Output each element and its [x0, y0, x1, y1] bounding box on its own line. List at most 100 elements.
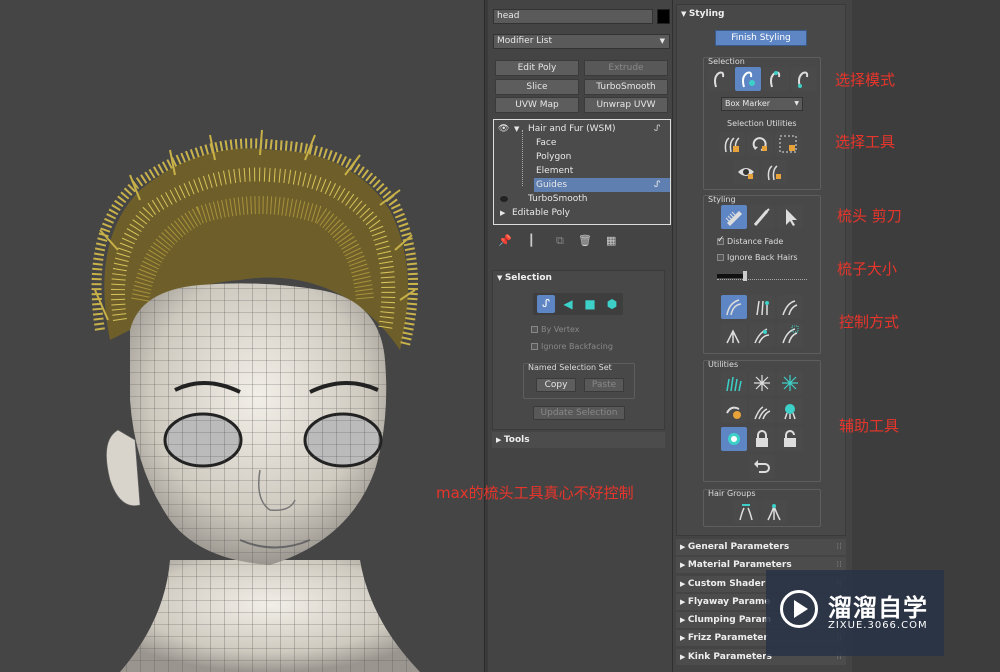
select-hairs-by-ends-icon[interactable] [707, 67, 733, 91]
select-whole-guide-icon[interactable] [735, 67, 761, 91]
stack-item-element[interactable]: Element [494, 164, 670, 178]
toggle-hair-icon[interactable] [721, 427, 747, 451]
distance-fade-checkbox[interactable]: Distance Fade [717, 235, 783, 246]
lock-icon[interactable] [749, 427, 775, 451]
comb-tool-icon[interactable] [721, 205, 747, 229]
slice-button[interactable]: Slice [495, 79, 579, 95]
ignore-back-hairs-checkbox[interactable]: Ignore Back Hairs [717, 253, 798, 262]
pop-zero-icon[interactable] [777, 371, 803, 395]
stack-item-label: Hair and Fur (WSM) [528, 124, 616, 134]
uvw-map-button[interactable]: UVW Map [495, 97, 579, 113]
show-end-result-icon[interactable]: ┃ [528, 234, 535, 247]
rollout-title-label: Selection [504, 273, 552, 283]
puff-roots-icon[interactable] [777, 295, 803, 319]
selection-utilities-label: Selection Utilities [727, 119, 797, 128]
element-mode-icon[interactable]: ⬢ [603, 295, 621, 313]
show-hidden-icon[interactable] [761, 160, 787, 184]
cut-tool-icon[interactable] [749, 205, 775, 229]
rotate-brush-icon[interactable] [749, 323, 775, 347]
split-group-icon[interactable] [733, 500, 759, 524]
eye-icon[interactable]: 👁 [498, 122, 509, 136]
chevron-down-icon: ▼ [794, 100, 799, 107]
select-by-root-icon[interactable] [791, 67, 817, 91]
modifier-stack[interactable]: 👁 ▼ Hair and Fur (WSM) ᔑ Face Polygon El… [493, 119, 671, 225]
rollout-title-label: Tools [503, 435, 530, 445]
edit-poly-button[interactable]: Edit Poly [495, 60, 579, 76]
stack-item-editable-poly[interactable]: ▶ Editable Poly [494, 206, 670, 220]
by-vertex-checkbox[interactable]: By Vertex [531, 325, 579, 334]
polygon-mode-icon[interactable]: ■ [581, 295, 599, 313]
stack-item-hair-and-fur[interactable]: 👁 ▼ Hair and Fur (WSM) ᔑ [494, 122, 670, 136]
stack-item-guides[interactable]: Guides ᔑ [534, 178, 670, 192]
select-tool-icon[interactable] [777, 205, 803, 229]
annotation-selection-tools: 选择工具 [835, 133, 896, 151]
stack-item-label: Element [536, 166, 574, 176]
stack-item-polygon[interactable]: Polygon [494, 150, 670, 164]
extrude-button[interactable]: Extrude [584, 60, 668, 76]
styling-rollout-title[interactable]: ▼ Styling [681, 9, 725, 19]
rollout-title-label: Frizz Parameter [687, 633, 768, 643]
modifier-list-dropdown[interactable]: Modifier List ▼ [493, 34, 670, 49]
turbosmooth-button[interactable]: TurboSmooth [584, 79, 668, 95]
stand-brush-icon[interactable] [749, 295, 775, 319]
group-label: Utilities [708, 360, 739, 369]
object-name-field[interactable]: head [493, 9, 653, 24]
expand-selection-icon[interactable] [775, 132, 801, 156]
stack-item-label: Face [536, 138, 557, 148]
stack-item-turbosmooth[interactable]: TurboSmooth [494, 192, 670, 206]
checkbox-label: Ignore Back Hairs [727, 253, 798, 262]
tools-rollout-header[interactable]: ▶ Tools [492, 432, 665, 448]
update-selection-button[interactable]: Update Selection [533, 406, 625, 420]
paste-button[interactable]: Paste [584, 378, 624, 392]
annotation-selection-mode: 选择模式 [835, 71, 896, 89]
merge-group-icon[interactable] [761, 500, 787, 524]
unwrap-uvw-button[interactable]: Unwrap UVW [584, 97, 668, 113]
remove-modifier-icon[interactable]: 🗑 [578, 234, 592, 247]
rollout-title-label: Styling [688, 9, 725, 19]
brush-size-handle[interactable] [743, 271, 747, 281]
finish-styling-button[interactable]: Finish Styling [715, 30, 807, 46]
pin-stack-icon[interactable]: 📌 [498, 234, 512, 247]
viewport[interactable] [0, 0, 484, 672]
watermark: 溜溜自学 ZIXUE.3066.COM [766, 570, 944, 656]
selection-marker-dropdown[interactable]: Box Marker ▼ [721, 97, 803, 111]
toggle-collisions-icon[interactable] [721, 399, 747, 423]
attenuate-icon[interactable] [721, 371, 747, 395]
select-guide-vertices-icon[interactable] [763, 67, 789, 91]
scale-brush-icon[interactable] [777, 323, 803, 347]
named-selection-group: Named Selection Set Copy Paste [523, 363, 635, 399]
make-unique-icon[interactable]: ⧉ [556, 234, 564, 248]
expand-arrow-icon[interactable]: ▼ [514, 122, 519, 136]
eye-off-icon[interactable] [500, 196, 508, 202]
translate-brush-icon[interactable] [721, 295, 747, 319]
clump-brush-icon[interactable] [721, 323, 747, 347]
configure-modifier-sets-icon[interactable]: ▦ [606, 234, 616, 247]
expand-arrow-icon[interactable]: ▶ [500, 206, 505, 220]
tree-line [522, 130, 523, 186]
brush-size-slider[interactable] [717, 271, 807, 281]
ignore-backfacing-checkbox[interactable]: Ignore Backfacing [531, 342, 613, 351]
unlock-icon[interactable] [777, 427, 803, 451]
object-color-swatch[interactable] [657, 9, 670, 24]
pop-selected-icon[interactable] [749, 371, 775, 395]
checkbox-box [531, 343, 538, 350]
copy-button[interactable]: Copy [536, 378, 576, 392]
reset-rest-icon[interactable] [777, 399, 803, 423]
selection-rollout-title[interactable]: ▼ Selection [497, 273, 552, 283]
checkbox-box [717, 254, 724, 261]
stack-item-label: Guides [536, 180, 568, 190]
rollout-title-label: Flyaway Parame [687, 597, 771, 607]
guides-mode-icon[interactable]: ᔑ [537, 295, 555, 313]
stack-item-label: Polygon [536, 152, 572, 162]
rollout-title-label: Material Parameters [687, 560, 792, 570]
annotation-control-mode: 控制方式 [839, 313, 900, 331]
hide-selected-icon[interactable] [733, 160, 759, 184]
undo-icon[interactable] [749, 455, 775, 479]
rotate-selection-icon[interactable] [747, 132, 773, 156]
checkbox-label: By Vertex [541, 325, 580, 334]
face-mode-icon[interactable]: ◀ [559, 295, 577, 313]
recomb-icon[interactable] [749, 399, 775, 423]
stack-item-face[interactable]: Face [494, 136, 670, 150]
invert-selection-icon[interactable] [719, 132, 745, 156]
general-parameters-rollout[interactable]: ▶ General Parameters ⁞⁞ [676, 539, 846, 555]
